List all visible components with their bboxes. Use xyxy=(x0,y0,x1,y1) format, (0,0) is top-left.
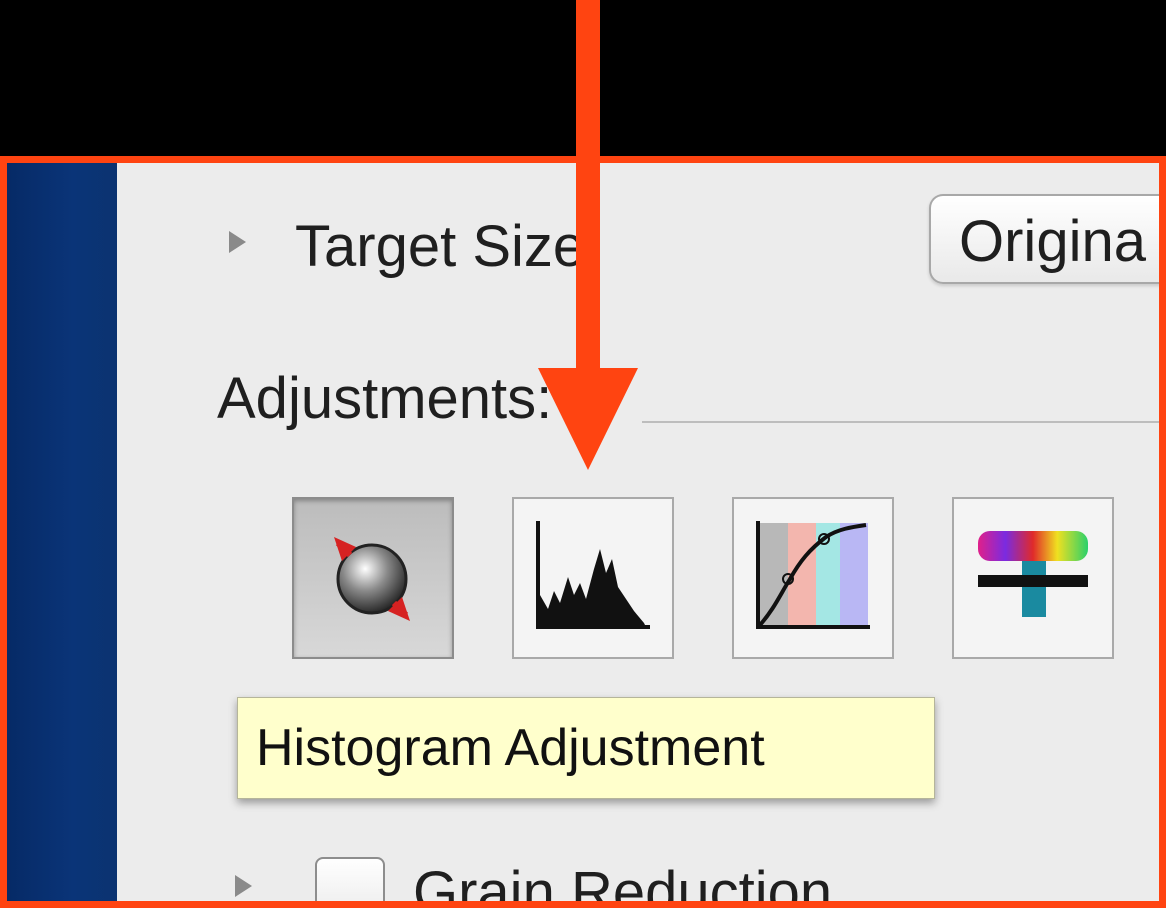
curves-icon xyxy=(756,521,870,629)
target-size-disclosure-triangle[interactable] xyxy=(229,231,246,253)
grain-reduction-label: Grain Reduction xyxy=(413,860,833,908)
target-size-label: Target Size: xyxy=(295,214,602,279)
color-range-button[interactable] xyxy=(952,497,1114,659)
settings-panel: Target Size: Origina Adjustments: Histog… xyxy=(117,163,1159,901)
adjustments-divider xyxy=(642,421,1159,423)
histogram-adjustment-tooltip: Histogram Adjustment xyxy=(237,697,935,799)
tone-curve-button[interactable] xyxy=(732,497,894,659)
histogram-adjustment-button[interactable] xyxy=(512,497,674,659)
color-balance-button[interactable] xyxy=(292,497,454,659)
annotation-arrow-head xyxy=(538,368,638,470)
histogram-icon xyxy=(536,521,650,629)
color-range-icon xyxy=(978,531,1088,617)
sidebar-strip xyxy=(7,163,117,901)
target-size-popup[interactable]: Origina xyxy=(929,194,1159,284)
target-size-popup-value: Origina xyxy=(959,209,1146,274)
tooltip-text: Histogram Adjustment xyxy=(256,719,765,777)
annotation-arrow-shaft xyxy=(576,0,600,382)
adjustments-heading: Adjustments: xyxy=(217,366,553,431)
color-balance-icon xyxy=(334,537,410,621)
grain-reduction-checkbox[interactable] xyxy=(315,857,385,901)
grain-reduction-disclosure-triangle[interactable] xyxy=(235,875,252,897)
